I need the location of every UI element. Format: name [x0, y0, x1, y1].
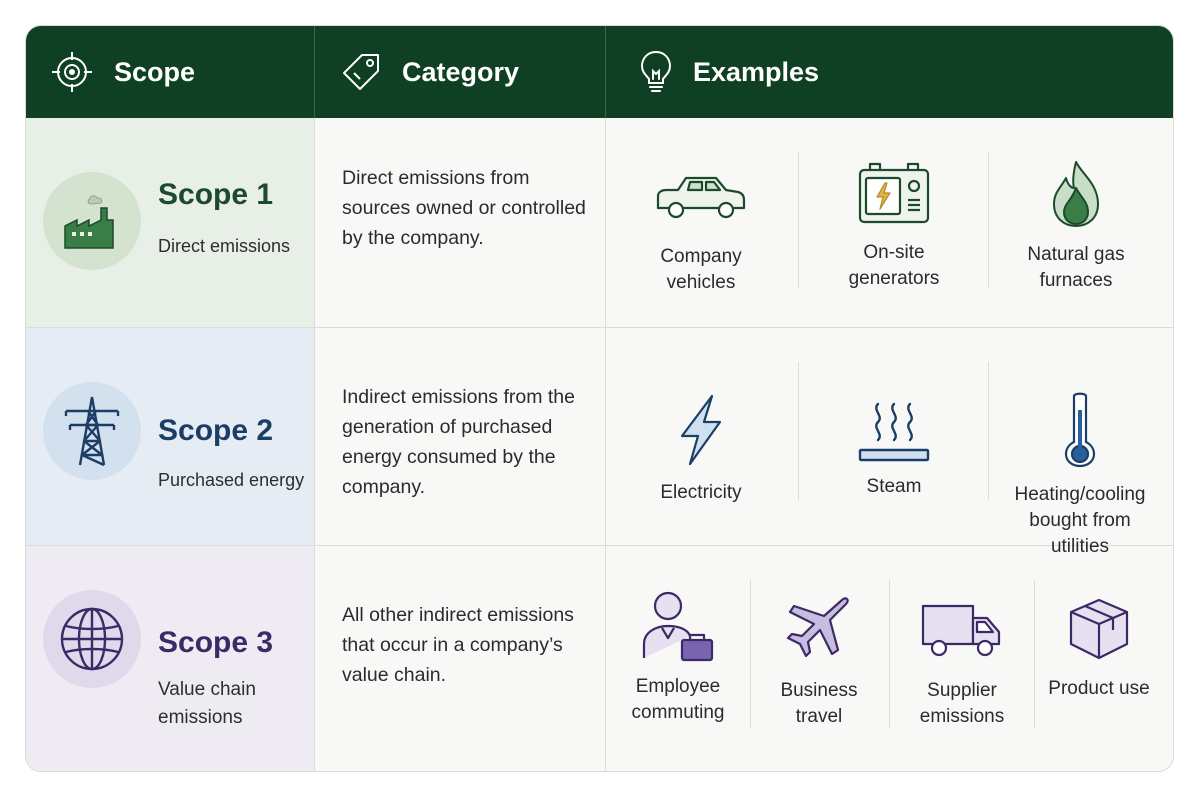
header-category-label: Category	[402, 56, 520, 87]
scope-3-badge	[43, 590, 141, 688]
header-category: Category	[340, 26, 519, 118]
example-company-vehicles: Company vehicles	[631, 168, 771, 296]
example-supplier-emissions: Supplier emissions	[898, 602, 1026, 730]
scope-3-row: Scope 3 Value chain emissions All other …	[26, 546, 1173, 771]
table-header: Scope Category Examples	[26, 26, 1173, 118]
header-scope: Scope	[50, 26, 195, 118]
example-label: Natural gas furnaces	[1027, 244, 1125, 291]
steam-icon	[858, 402, 930, 462]
example-steam: Steam	[824, 398, 964, 500]
example-electricity: Electricity	[631, 392, 771, 506]
scope-1-description: Direct emissions from sources owned or c…	[342, 167, 586, 249]
globe-icon	[60, 607, 124, 671]
scope-1-row: Scope 1 Direct emissions Direct emission…	[26, 118, 1173, 327]
scope-3-subtitle: Value chain emissions	[158, 679, 256, 728]
generator-icon	[858, 162, 930, 224]
lightning-icon	[680, 394, 722, 466]
scope-2-subtitle: Purchased energy	[158, 470, 305, 490]
box-icon	[1069, 598, 1129, 660]
scope-1-cell: Scope 1 Direct emissions	[26, 118, 314, 327]
truck-icon	[921, 604, 1001, 657]
example-label: On-site generators	[848, 242, 940, 289]
header-scope-label: Scope	[114, 56, 196, 87]
example-label: Product use	[1048, 678, 1150, 699]
example-on-site-generators: On-site generators	[824, 158, 964, 292]
transmission-tower-icon	[64, 396, 120, 467]
thermometer-icon	[1064, 392, 1096, 468]
tag-icon	[343, 54, 379, 90]
scopes-table: Scope Category Examples Scope 1 Direct e…	[25, 25, 1174, 772]
example-label: Electricity	[660, 482, 742, 503]
lightbulb-icon	[640, 50, 672, 92]
example-business-travel: Business travel	[762, 594, 876, 730]
scope-3-cell: Scope 3 Value chain emissions	[26, 546, 314, 771]
example-natural-gas-furnaces: Natural gas furnaces	[1006, 158, 1146, 294]
flame-icon	[1053, 161, 1099, 227]
example-label: Employee commuting	[631, 676, 725, 723]
scope-2-badge	[43, 382, 141, 480]
example-label: Steam	[866, 476, 922, 497]
example-label: Business travel	[780, 680, 858, 727]
scope-3-title: Scope 3	[158, 626, 274, 659]
airplane-icon	[786, 597, 849, 658]
scope-2-row: Scope 2 Purchased energy Indirect emissi…	[26, 328, 1173, 557]
scope-3-description: All other indirect emissions that occur …	[342, 604, 574, 686]
scope-2-cell: Scope 2 Purchased energy	[26, 328, 314, 545]
scope-1-badge	[43, 172, 141, 270]
target-icon	[52, 52, 92, 92]
example-label: Company vehicles	[660, 246, 742, 293]
car-icon	[656, 176, 746, 219]
scope-2-description: Indirect emissions from the generation o…	[342, 386, 576, 498]
factory-icon	[64, 195, 114, 249]
example-heating-cooling: Heating/cooling bought from utilities	[1000, 390, 1160, 560]
example-label: Supplier emissions	[919, 680, 1005, 727]
scope-2-title: Scope 2	[158, 414, 274, 447]
scope-1-title: Scope 1	[158, 178, 274, 211]
scope-1-subtitle: Direct emissions	[158, 236, 291, 256]
header-examples: Examples	[639, 26, 819, 118]
employee-icon	[642, 591, 714, 662]
example-product-use: Product use	[1044, 596, 1154, 702]
example-employee-commuting: Employee commuting	[618, 588, 738, 726]
header-examples-label: Examples	[693, 56, 820, 87]
